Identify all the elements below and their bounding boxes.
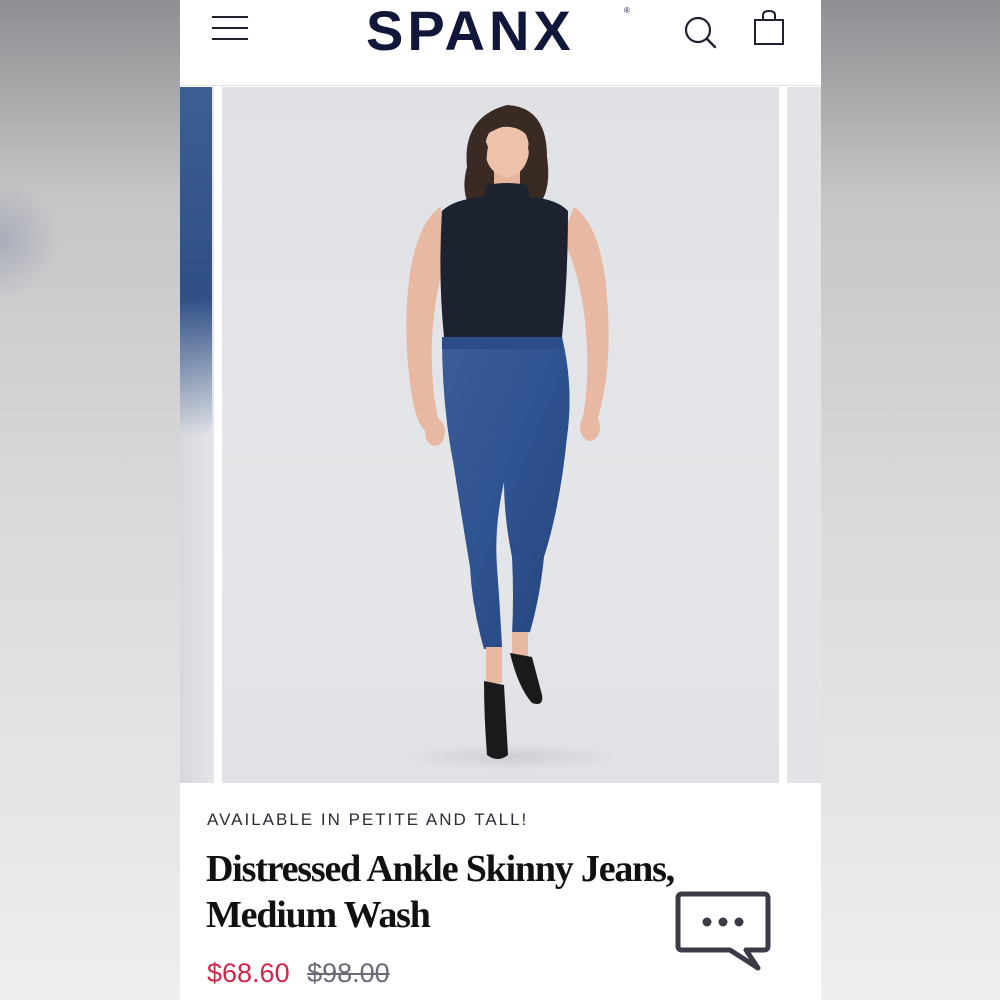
mobile-page: SPANX ® AVAILABLE IN PETITE AND TALL! Di… [180, 0, 821, 1000]
previous-slide-preview[interactable] [180, 87, 214, 783]
menu-icon-bar [212, 16, 248, 18]
menu-icon-bar [212, 38, 248, 40]
product-image[interactable] [222, 87, 779, 783]
shopping-bag-button[interactable] [750, 8, 790, 48]
jeans-image-fragment [180, 87, 212, 437]
search-button[interactable] [680, 12, 720, 52]
menu-icon-bar [212, 27, 248, 29]
price-row: $68.60 $98.00 [207, 958, 390, 998]
registered-mark: ® [624, 6, 630, 15]
brand-logo[interactable]: SPANX [366, 0, 636, 66]
site-header: SPANX ® [180, 0, 821, 86]
shopping-bag-icon [754, 9, 784, 45]
menu-button[interactable] [210, 12, 250, 44]
chat-button[interactable] [674, 890, 772, 972]
product-title-line2: Medium Wash [206, 894, 431, 936]
search-icon [684, 16, 717, 49]
original-price: $98.00 [307, 958, 390, 988]
product-title-line1: Distressed Ankle Skinny Jeans, [206, 848, 675, 890]
model-wearing-jeans-image [402, 105, 622, 771]
chat-bubble-icon [675, 891, 771, 971]
product-title: Distressed Ankle Skinny Jeans, Medium Wa… [206, 846, 696, 938]
sale-price: $68.60 [207, 958, 290, 988]
background-left [0, 0, 180, 1000]
next-slide-preview[interactable] [787, 87, 821, 783]
product-tagline: AVAILABLE IN PETITE AND TALL! [207, 810, 529, 829]
background-right [820, 0, 1000, 1000]
product-image-carousel[interactable] [180, 87, 821, 783]
